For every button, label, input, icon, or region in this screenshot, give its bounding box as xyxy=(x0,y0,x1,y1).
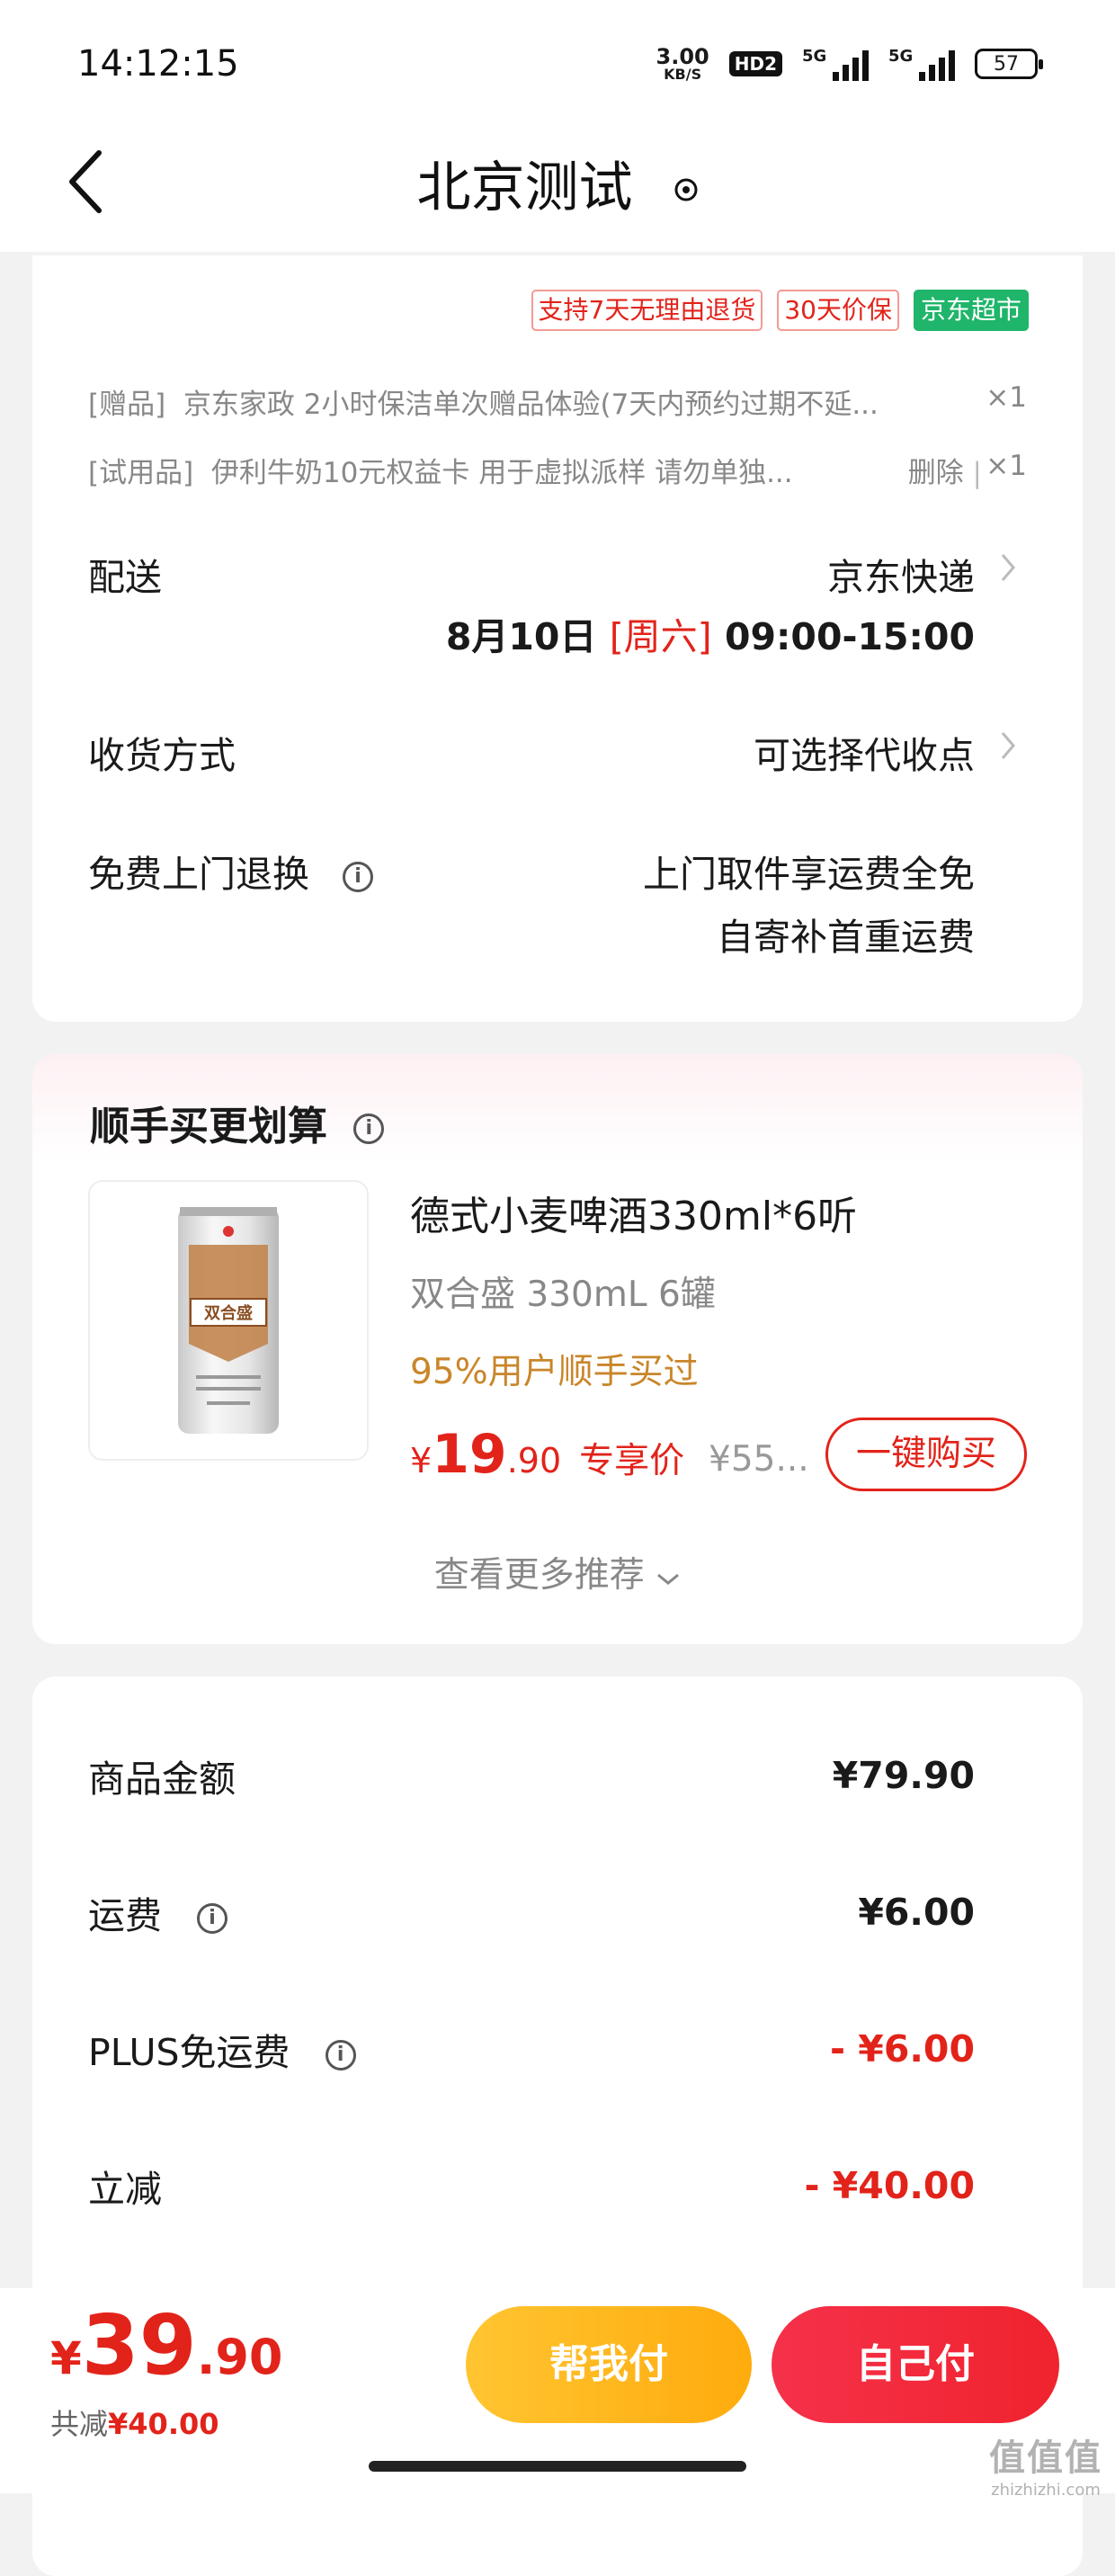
gift-item: [赠品] 京东家政 2小时保洁单次赠品体验(7天内预约过期不延... xyxy=(88,381,879,422)
info-icon[interactable]: i xyxy=(325,2040,356,2071)
amount-value-plus: - ¥6.00 xyxy=(830,2027,975,2071)
signal-icon-2: 5G xyxy=(888,47,955,81)
home-indicator[interactable] xyxy=(369,2461,746,2472)
delivery-weekday: [周六] xyxy=(609,615,712,658)
gift-text: 京东家政 2小时保洁单次赠品体验(7天内预约过期不延... xyxy=(183,389,879,421)
tag-jd-supermarket: 京东超市 xyxy=(913,290,1029,331)
page-title-text: 北京测试 xyxy=(416,157,633,219)
net-speed-unit: KB/S xyxy=(664,66,702,83)
free-return-line1: 上门取件享运费全免 xyxy=(643,853,975,896)
original-price: ¥55... xyxy=(709,1439,809,1480)
recommend-title-text: 顺手买更划算 xyxy=(90,1104,327,1149)
delivery-time[interactable]: 8月10日 [周六] 09:00-15:00 xyxy=(446,606,975,660)
chevron-right-icon[interactable] xyxy=(1000,730,1016,761)
net-speed-value: 3.00 xyxy=(656,44,709,69)
info-icon[interactable]: i xyxy=(197,1903,228,1934)
chevron-down-icon xyxy=(657,1573,680,1585)
can-brand-text: 双合盛 xyxy=(204,1303,253,1323)
status-bar: 14:12:15 3.00 KB/S HD2 5G 5G 57 xyxy=(0,0,1115,135)
free-return-line2: 自寄补首重运费 xyxy=(717,916,975,959)
watermark-url: zhizhizhi.com xyxy=(991,2481,1101,2500)
trial-label: [试用品] xyxy=(88,457,194,489)
total-symbol: ¥ xyxy=(50,2332,82,2384)
receive-method-value[interactable]: 可选择代收点 xyxy=(754,725,975,779)
watermark-text: 值值值 xyxy=(989,2437,1102,2479)
price-integer: 19 xyxy=(432,1423,507,1486)
amount-label-goods: 商品金额 xyxy=(88,1758,236,1801)
shipping-label-text: 运费 xyxy=(88,1894,162,1937)
status-time: 14:12:15 xyxy=(77,43,239,85)
amount-label-discount: 立减 xyxy=(88,2168,162,2211)
delivery-date: 8月10日 xyxy=(445,615,597,658)
product-popularity: 95%用户顺手买过 xyxy=(410,1352,699,1392)
delete-link[interactable]: 删除 | xyxy=(908,450,982,490)
receive-method-label: 收货方式 xyxy=(88,734,236,777)
trial-text: 伊利牛奶10元权益卡 用于虚拟派样 请勿单独... xyxy=(210,457,793,489)
total-integer: 39 xyxy=(81,2297,197,2393)
recommend-title: 顺手买更划算 i xyxy=(90,1094,385,1151)
trial-item: [试用品] 伊利牛奶10元权益卡 用于虚拟派样 请勿单独... xyxy=(88,450,793,490)
battery-icon: 57 xyxy=(975,49,1043,79)
amount-value-shipping: ¥6.00 xyxy=(858,1891,975,1934)
more-recommend-link[interactable]: 查看更多推荐 xyxy=(0,1547,1115,1597)
one-click-buy-button[interactable]: 一键购买 xyxy=(825,1418,1027,1491)
plus-label-text: PLUS免运费 xyxy=(88,2031,290,2074)
self-pay-button[interactable]: 自己付 xyxy=(772,2306,1059,2423)
tag-price-protect: 30天价保 xyxy=(777,290,899,331)
net-speed: 3.00 KB/S xyxy=(656,46,709,82)
delivery-time-range: 09:00-15:00 xyxy=(724,615,975,658)
product-price: ¥19.90 专享价 xyxy=(410,1423,684,1486)
total-saved: 共减¥40.00 xyxy=(50,2402,219,2443)
hd-icon: HD2 xyxy=(728,51,782,76)
beer-can-image: 双合盛 xyxy=(178,1207,279,1434)
signal-type-2: 5G xyxy=(888,47,914,66)
saved-value: ¥40.00 xyxy=(108,2407,219,2441)
delivery-carrier[interactable]: 京东快递 xyxy=(827,547,975,601)
total-price: ¥39.90 xyxy=(50,2297,283,2393)
trial-qty: ×1 xyxy=(986,450,1027,482)
info-icon[interactable]: i xyxy=(343,862,374,892)
product-image[interactable]: 双合盛 xyxy=(88,1180,369,1461)
signal-type: 5G xyxy=(802,47,827,66)
free-return-label: 免费上门退换 i xyxy=(88,844,374,898)
price-tag: 专享价 xyxy=(579,1441,685,1481)
gift-label: [赠品] xyxy=(88,389,166,421)
amount-label-shipping: 运费 i xyxy=(88,1885,228,1939)
service-tags: 支持7天无理由退货 30天价保 京东超市 xyxy=(531,290,1029,331)
tag-return: 支持7天无理由退货 xyxy=(531,290,763,331)
product-spec: 双合盛 330mL 6罐 xyxy=(410,1275,716,1315)
free-return-text: 免费上门退换 xyxy=(88,853,309,896)
total-decimal: .90 xyxy=(196,2329,283,2385)
help-pay-button[interactable]: 帮我付 xyxy=(466,2306,752,2423)
saved-label: 共减 xyxy=(50,2407,109,2441)
signal-icon: 5G xyxy=(802,47,869,81)
amount-label-plus: PLUS免运费 i xyxy=(88,2022,356,2076)
product-name[interactable]: 德式小麦啤酒330ml*6听 xyxy=(410,1184,857,1241)
page-title[interactable]: 北京测试 xyxy=(0,144,1115,222)
status-icons: 3.00 KB/S HD2 5G 5G 57 xyxy=(656,41,1043,86)
location-pin-icon xyxy=(674,178,698,201)
amount-value-goods: ¥79.90 xyxy=(832,1754,975,1797)
amount-value-discount: - ¥40.00 xyxy=(804,2164,975,2207)
delivery-label: 配送 xyxy=(88,556,162,599)
chevron-right-icon[interactable] xyxy=(1000,552,1016,583)
watermark: 值值值 zhizhizhi.com xyxy=(989,2428,1102,2500)
price-decimal: .90 xyxy=(506,1441,562,1480)
more-recommend-text: 查看更多推荐 xyxy=(433,1555,645,1596)
info-icon[interactable]: i xyxy=(353,1114,385,1144)
gift-qty: ×1 xyxy=(986,381,1027,414)
price-symbol: ¥ xyxy=(410,1441,433,1480)
